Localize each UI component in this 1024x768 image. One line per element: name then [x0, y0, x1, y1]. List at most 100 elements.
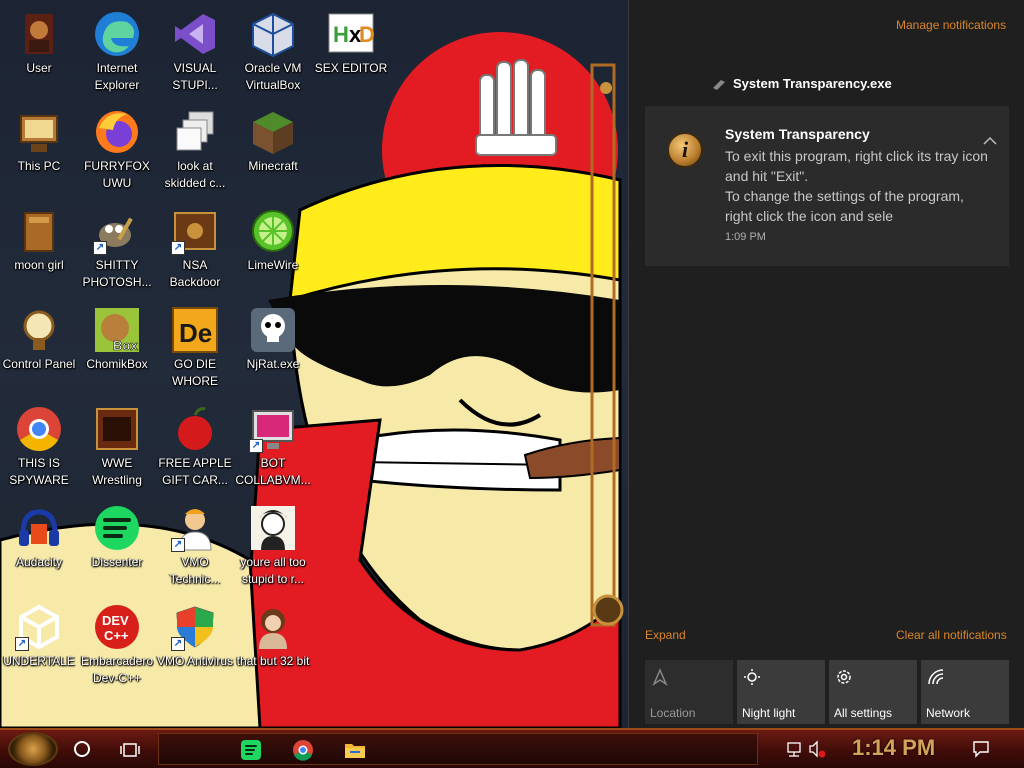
- devcpp-icon: DEV C++: [93, 603, 141, 651]
- folder-icon: [15, 207, 63, 255]
- desktop-icon-bot-collabvm[interactable]: ↗ BOT COLLABVM...: [234, 403, 312, 499]
- chevron-up-icon[interactable]: [983, 136, 997, 146]
- shortcut-arrow-icon: ↗: [249, 439, 263, 453]
- quick-action-night-light[interactable]: Night light: [737, 660, 825, 724]
- desktop-icon-sex-editor[interactable]: HxD SEX EDITOR: [312, 8, 390, 104]
- desktop-icon-this-pc[interactable]: This PC: [0, 106, 78, 202]
- desktop-icon-that-but-32-bit[interactable]: that but 32 bit: [234, 601, 312, 697]
- shortcut-arrow-icon: ↗: [15, 637, 29, 651]
- desktop-icon-look-at-skidded[interactable]: look at skidded c...: [156, 106, 234, 202]
- desktop-icon-vmo-antivirus[interactable]: ↗ VMO Antivirus: [156, 601, 234, 697]
- desktop-icon-vmo-technician[interactable]: ↗ VMO Technic...: [156, 502, 234, 598]
- spotify-icon[interactable]: [239, 739, 263, 761]
- desktop-icon-chomikbox[interactable]: Box ChomikBox: [78, 304, 156, 400]
- user-avatar-icon: [15, 10, 63, 58]
- desktop-icon-user[interactable]: User: [0, 8, 78, 104]
- gimp-icon: ↗: [93, 207, 141, 255]
- shortcut-arrow-icon: ↗: [171, 241, 185, 255]
- desktop-icon-dissenter[interactable]: Dissenter: [78, 502, 156, 598]
- search-icon[interactable]: [74, 741, 90, 757]
- desktop-icon-youre-all-too-stupid[interactable]: youre all too stupid to r...: [234, 502, 312, 598]
- computer-icon: [15, 108, 63, 156]
- desktop-icon-internet-explorer[interactable]: Internet Explorer: [78, 8, 156, 104]
- expand-link[interactable]: Expand: [645, 628, 686, 642]
- quick-action-label: Night light: [742, 706, 796, 720]
- quick-action-label: Location: [650, 706, 696, 720]
- desktop-icon-label: ChomikBox: [86, 357, 148, 371]
- desktop-icon-nsa-backdoor[interactable]: ↗ NSA Backdoor: [156, 205, 234, 301]
- desktop-icon-njrat[interactable]: NjRat.exe: [234, 304, 312, 400]
- desktop-icon-label: Minecraft: [248, 159, 298, 173]
- desktop-icon-wwe-wrestling[interactable]: WWE Wrestling: [78, 403, 156, 499]
- skull-icon: [249, 306, 297, 354]
- desktop-icon-minecraft[interactable]: Minecraft: [234, 106, 312, 202]
- apple-icon: [171, 405, 219, 453]
- brass-box-icon: ↗: [171, 207, 219, 255]
- desktop-icon-label: VMO Antivirus: [156, 654, 234, 668]
- desktop-icon-label: FURRYFOX UWU: [84, 159, 150, 190]
- notification-title: System Transparency: [725, 126, 870, 142]
- task-view-icon[interactable]: [120, 740, 140, 760]
- desktop-icon-this-is-spyware[interactable]: THIS IS SPYWARE: [0, 403, 78, 499]
- action-center-icon[interactable]: [972, 740, 990, 758]
- notification-card[interactable]: i System Transparency To exit this progr…: [645, 106, 1009, 266]
- taskbar: 1:14 PM: [0, 728, 1024, 768]
- volume-muted-icon[interactable]: [809, 740, 826, 758]
- svg-text:Box: Box: [113, 338, 138, 353]
- quick-action-all-settings[interactable]: All settings: [829, 660, 917, 724]
- shortcut-arrow-icon: ↗: [171, 538, 185, 552]
- desktop-icon-label: VISUAL STUPI...: [172, 61, 218, 92]
- desktop-icon-label: FREE APPLE GIFT CAR...: [158, 456, 232, 487]
- manage-notifications-link[interactable]: Manage notifications: [896, 18, 1006, 32]
- desktop-icon-label: User: [26, 61, 52, 75]
- desktop-icon-visual-studio[interactable]: VISUAL STUPI...: [156, 8, 234, 104]
- hxd-icon: HxD: [327, 10, 375, 58]
- desktop-icon-label: youre all too stupid to r...: [240, 555, 306, 586]
- start-button[interactable]: [8, 732, 58, 766]
- desktop-icon-furryfox[interactable]: FURRYFOX UWU: [78, 106, 156, 202]
- file-explorer-icon[interactable]: [343, 739, 367, 761]
- notification-body: To exit this program, right click its tr…: [725, 146, 995, 226]
- network-icon: [928, 669, 944, 685]
- desktop-icon-label: UNDERTALE: [3, 654, 75, 668]
- desktop-icon-limewire[interactable]: LimeWire: [234, 205, 312, 301]
- shield-icon: ↗: [171, 603, 219, 651]
- desktop-icon-undertale[interactable]: ↗ UNDERTALE: [0, 601, 78, 697]
- svg-text:D: D: [359, 22, 375, 47]
- shortcut-arrow-icon: ↗: [93, 241, 107, 255]
- desktop-icon-audacity[interactable]: Audacity: [0, 502, 78, 598]
- taskbar-clock[interactable]: 1:14 PM: [852, 735, 935, 761]
- taskbar-apps-area: [158, 733, 758, 765]
- system-tray: [787, 740, 826, 758]
- desktop-icon-shitty-photoshop[interactable]: ↗ SHITTY PHOTOSH...: [78, 205, 156, 301]
- quick-action-location[interactable]: Location: [645, 660, 733, 724]
- desktop-icon-label: look at skidded c...: [164, 159, 226, 190]
- desktop-icon-moon-girl[interactable]: moon girl: [0, 205, 78, 301]
- desktop: User Internet Explorer VISUAL STUPI... O…: [0, 0, 628, 728]
- desktop-icon-label: NjRat.exe: [246, 357, 300, 371]
- quick-action-label: Network: [926, 706, 971, 720]
- desktop-icon-control-panel[interactable]: Control Panel: [0, 304, 78, 400]
- app-gear-icon: [713, 80, 725, 90]
- desktop-icon-go-die[interactable]: De GO DIE WHORE: [156, 304, 234, 400]
- notification-time: 1:09 PM: [725, 231, 766, 243]
- svg-text:C++: C++: [104, 628, 129, 643]
- desktop-icon-label: THIS IS SPYWARE: [9, 456, 69, 487]
- gear-icon: [837, 670, 851, 684]
- location-icon: [652, 668, 668, 686]
- desktop-icon-free-apple[interactable]: FREE APPLE GIFT CAR...: [156, 403, 234, 499]
- desktop-icon-label: Oracle VM VirtualBox: [244, 61, 302, 92]
- chomikbox-icon: Box: [93, 306, 141, 354]
- clear-all-notifications-link[interactable]: Clear all notifications: [896, 628, 1007, 642]
- desktop-icon-virtualbox[interactable]: Oracle VM VirtualBox: [234, 8, 312, 104]
- quick-action-label: All settings: [834, 706, 893, 720]
- grass-block-icon: [249, 108, 297, 156]
- desktop-icon-label: that but 32 bit: [236, 654, 310, 668]
- desktop-icon-dev-cpp[interactable]: DEV C++ Embarcadero Dev-C++: [78, 601, 156, 697]
- chrome-icon[interactable]: [291, 739, 315, 761]
- quick-action-network[interactable]: Network: [921, 660, 1009, 724]
- network-wired-icon[interactable]: [787, 742, 801, 757]
- desktop-icon-label: LimeWire: [247, 258, 299, 272]
- svg-text:De: De: [179, 318, 212, 348]
- desktop-icon-label: This PC: [17, 159, 61, 173]
